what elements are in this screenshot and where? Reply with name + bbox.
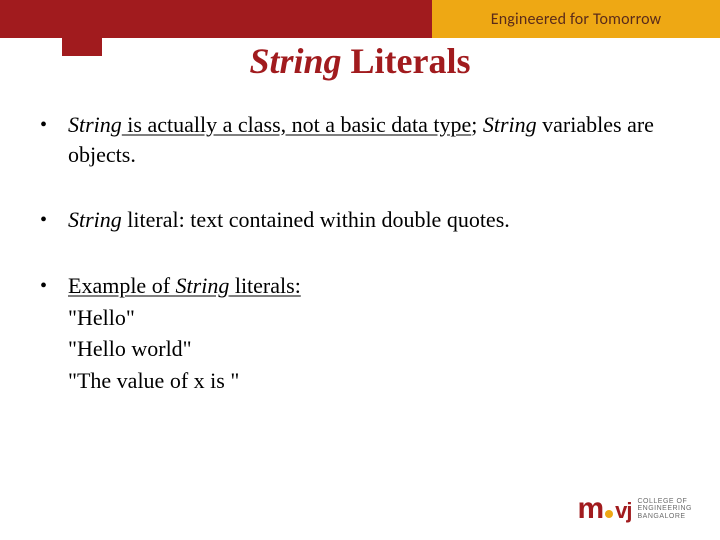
bullet-3-lead: Example of String literals: [68, 273, 301, 298]
footer-logo: mvj COLLEGE OF ENGINEERING BANGALORE [577, 492, 692, 526]
bullet-icon: • [40, 110, 68, 169]
bullet-3-lead-post: literals: [229, 273, 300, 298]
logo-subtext: COLLEGE OF ENGINEERING BANGALORE [637, 498, 692, 520]
slide-title: String Literals [0, 40, 720, 82]
example-line-2: "Hello world" [68, 334, 680, 364]
bullet-2-seg2: literal: text contained within double qu… [122, 207, 510, 232]
content-area: • String is actually a class, not a basi… [40, 110, 680, 396]
logo-letters-vj: vj [615, 498, 631, 524]
bullet-1-seg3: ; [471, 112, 483, 137]
tagline-text: Engineered for Tomorrow [491, 10, 662, 29]
logo-dot-icon [605, 510, 613, 518]
bullet-1-seg4: String [483, 112, 537, 137]
bullet-3-text: Example of String literals: "Hello" "Hel… [68, 271, 680, 396]
bullet-3-lead-em: String [176, 273, 230, 298]
bullet-2: • String literal: text contained within … [40, 205, 680, 235]
logo-line-3: BANGALORE [637, 513, 692, 520]
title-rest: Literals [342, 41, 471, 81]
bullet-1-seg2: is actually a class, not a basic data ty… [122, 112, 471, 137]
bullet-1-seg1: String [68, 112, 122, 137]
example-line-3: "The value of x is " [68, 366, 680, 396]
logo-line-1: COLLEGE OF [637, 498, 692, 505]
bullet-3: • Example of String literals: "Hello" "H… [40, 271, 680, 396]
bullet-1-text: String is actually a class, not a basic … [68, 110, 680, 169]
logo-mark: mvj [577, 492, 631, 526]
bullet-2-seg1: String [68, 207, 122, 232]
example-line-1: "Hello" [68, 303, 680, 333]
logo-letter-m: m [577, 492, 603, 526]
bullet-1: • String is actually a class, not a basi… [40, 110, 680, 169]
top-bar-left [0, 0, 432, 38]
logo-line-2: ENGINEERING [637, 505, 692, 512]
bullet-icon: • [40, 271, 68, 396]
bullet-icon: • [40, 205, 68, 235]
bullet-3-lead-pre: Example of [68, 273, 176, 298]
bullet-2-text: String literal: text contained within do… [68, 205, 680, 235]
top-bar-right: Engineered for Tomorrow [432, 0, 720, 38]
title-italic: String [249, 41, 341, 81]
slide: Engineered for Tomorrow String Literals … [0, 0, 720, 540]
top-bar: Engineered for Tomorrow [0, 0, 720, 38]
